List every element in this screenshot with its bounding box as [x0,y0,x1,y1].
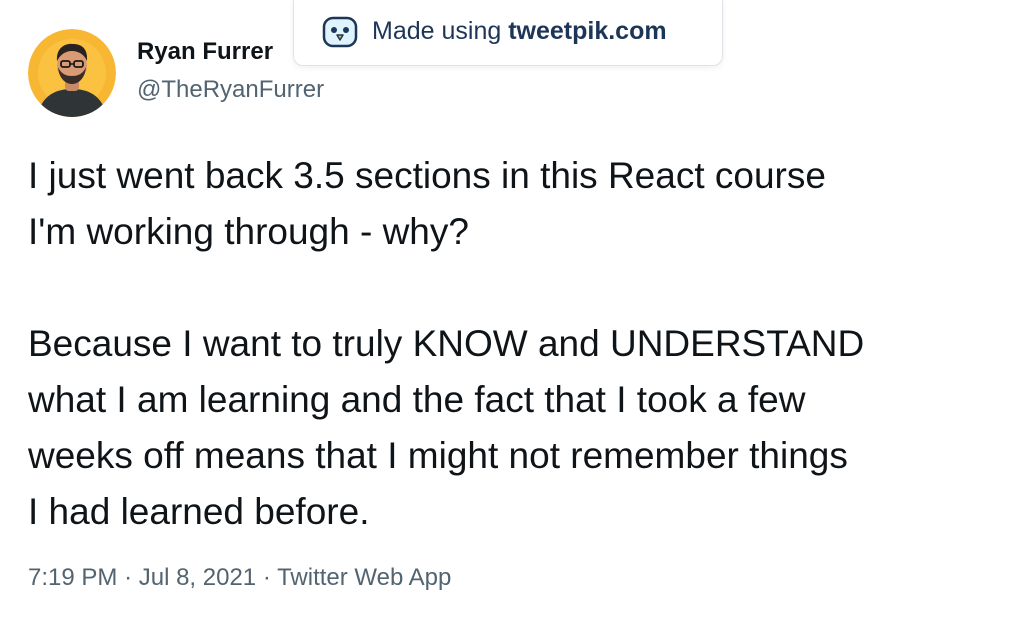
bird-logo-icon [322,16,358,47]
tweetpik-watermark: Made using tweetpik.com [293,0,723,66]
tweet-text: I just went back 3.5 sections in this Re… [28,148,998,540]
tweet-time[interactable]: 7:19 PM [28,564,117,591]
tweet-meta: 7:19 PM · Jul 8, 2021 · Twitter Web App [28,561,451,595]
watermark-text: Made using tweetpik.com [372,17,667,46]
tweet-author: Ryan Furrer @TheRyanFurrer [137,36,324,106]
tweet-date[interactable]: Jul 8, 2021 [139,564,256,591]
author-display-name[interactable]: Ryan Furrer [137,36,324,68]
watermark-site: tweetpik.com [508,17,667,45]
watermark-prefix: Made using [372,17,502,45]
tweet-paragraph: Because I want to truly KNOW and UNDERST… [28,323,865,532]
meta-separator: · [124,564,133,591]
avatar-image [28,29,116,117]
meta-separator: · [262,564,271,591]
avatar[interactable] [28,29,116,117]
tweet-source[interactable]: Twitter Web App [277,564,451,591]
tweet-paragraph: I just went back 3.5 sections in this Re… [28,155,826,252]
author-handle[interactable]: @TheRyanFurrer [137,74,324,106]
